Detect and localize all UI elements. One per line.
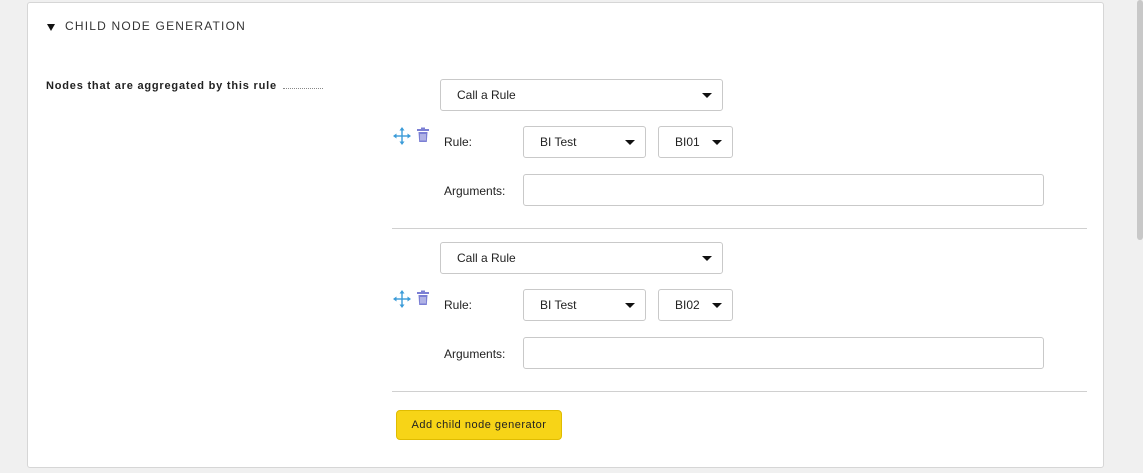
chevron-down-icon xyxy=(702,256,712,261)
arguments-label: Arguments: xyxy=(444,347,506,361)
rule-id-select[interactable]: BI02 xyxy=(658,289,733,321)
rule-id-select[interactable]: BI01 xyxy=(658,126,733,158)
rule-select-value: BI Test xyxy=(540,135,577,149)
child-node-generation-panel: CHILD NODE GENERATION Nodes that are agg… xyxy=(27,2,1104,468)
move-arrows-icon[interactable] xyxy=(392,289,412,309)
chevron-down-icon xyxy=(625,140,635,145)
rule-id-select-value: BI01 xyxy=(675,135,700,149)
field-label-text: Nodes that are aggregated by this rule xyxy=(46,80,277,92)
divider xyxy=(392,391,1087,392)
rule-select[interactable]: BI Test xyxy=(523,126,646,158)
chevron-down-icon xyxy=(702,93,712,98)
field-label: Nodes that are aggregated by this rule xyxy=(46,80,323,92)
dotted-leader xyxy=(282,87,323,89)
section-toggle[interactable]: CHILD NODE GENERATION xyxy=(47,19,246,33)
rule-label: Rule: xyxy=(444,298,473,312)
trash-icon[interactable] xyxy=(416,290,430,306)
generator-type-select[interactable]: Call a Rule xyxy=(440,242,723,274)
trash-icon[interactable] xyxy=(416,127,430,143)
generator-type-value: Call a Rule xyxy=(457,251,516,265)
add-child-node-generator-button[interactable]: Add child node generator xyxy=(396,410,562,440)
rule-select-value: BI Test xyxy=(540,298,577,312)
rule-id-select-value: BI02 xyxy=(675,298,700,312)
divider xyxy=(392,228,1087,229)
arguments-label: Arguments: xyxy=(444,184,506,198)
collapse-caret-icon[interactable] xyxy=(47,23,55,31)
move-arrows-icon[interactable] xyxy=(392,126,412,146)
generator-type-value: Call a Rule xyxy=(457,88,516,102)
scrollbar[interactable] xyxy=(1137,0,1143,240)
section-title: CHILD NODE GENERATION xyxy=(65,19,246,33)
chevron-down-icon xyxy=(712,140,722,145)
arguments-input[interactable] xyxy=(523,337,1044,369)
generator-type-select[interactable]: Call a Rule xyxy=(440,79,723,111)
arguments-input[interactable] xyxy=(523,174,1044,206)
rule-label: Rule: xyxy=(444,135,473,149)
rule-select[interactable]: BI Test xyxy=(523,289,646,321)
chevron-down-icon xyxy=(625,303,635,308)
chevron-down-icon xyxy=(712,303,722,308)
